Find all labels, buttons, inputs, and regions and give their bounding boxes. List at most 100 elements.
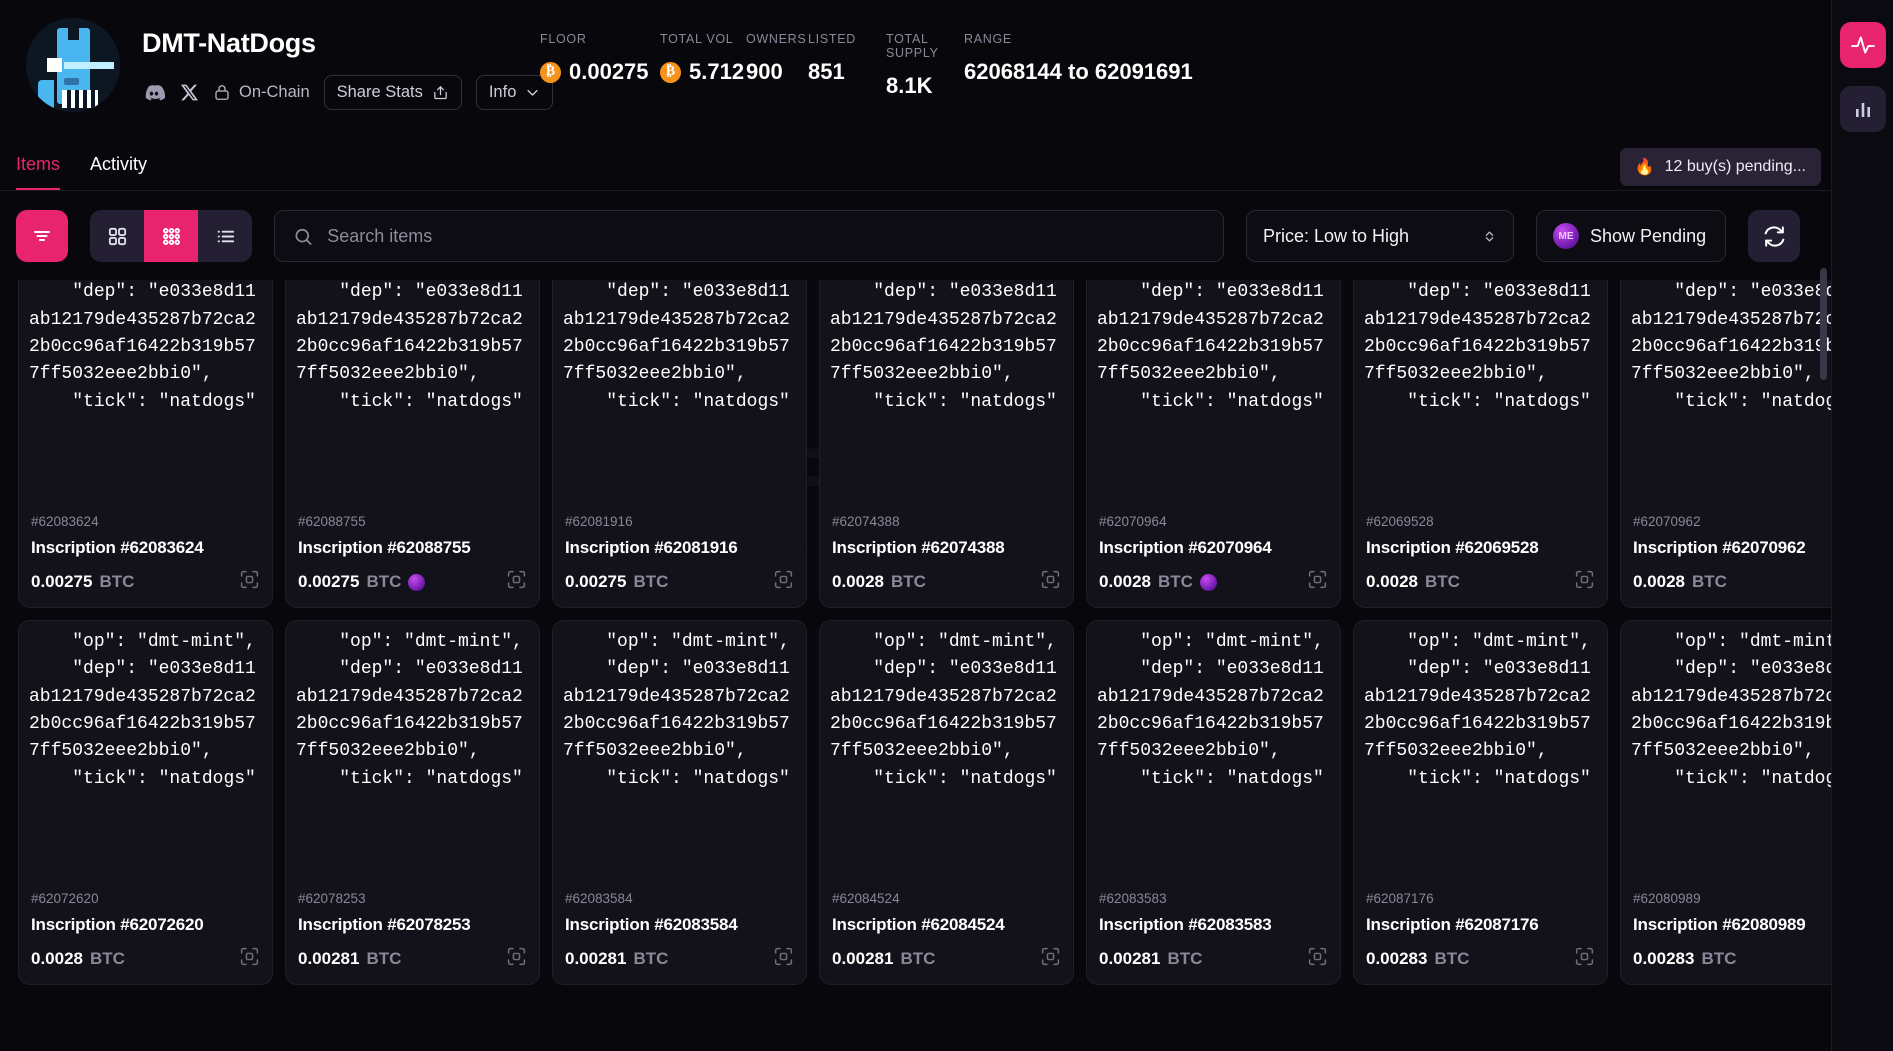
pending-toast[interactable]: 🔥 12 buy(s) pending... (1619, 148, 1821, 186)
item-title: Inscription #62083584 (565, 915, 738, 934)
item-art-preview: "op": "dmt-mint", "dep": "e033e8d11ab121… (563, 282, 790, 412)
scan-item-button[interactable] (1307, 569, 1328, 595)
item-art-preview: "op": "dmt-mint", "dep": "e033e8d11ab121… (830, 632, 1057, 789)
item-price-unit: BTC (633, 572, 669, 591)
item-title: Inscription #62084524 (832, 915, 1005, 934)
item-card[interactable]: "op": "dmt-mint", "dep": "e033e8d11ab121… (285, 280, 540, 608)
item-meta: #62083584 Inscription #62083584 0.00281 BTC (553, 887, 806, 984)
view-list-button[interactable] (198, 210, 252, 262)
item-card[interactable]: "op": "dmt-mint", "dep": "e033e8d11ab121… (552, 280, 807, 608)
stat-owners: OWNERS 900 (746, 32, 808, 85)
item-inscription-id: #62072620 (31, 891, 99, 906)
grid-scrollbar[interactable] (1820, 268, 1827, 1048)
filter-button[interactable] (16, 210, 68, 262)
discord-icon[interactable] (142, 81, 166, 105)
chevron-updown-icon (1485, 231, 1494, 241)
item-price-unit: BTC (1158, 572, 1193, 591)
item-price-unit: BTC (900, 949, 936, 968)
tab-bar: Items Activity (0, 154, 1893, 190)
stat-label: RANGE (964, 32, 1012, 46)
item-price-row: 0.00281 BTC (298, 946, 527, 972)
view-grid-2x2-button[interactable] (90, 210, 144, 262)
scan-item-button[interactable] (1307, 946, 1328, 972)
scrollbar-thumb[interactable] (1820, 268, 1827, 380)
x-icon[interactable] (180, 83, 199, 102)
magic-eden-icon (408, 573, 426, 591)
items-toolbar: Price: Low to High ME Show Pending (0, 191, 1893, 262)
sort-dropdown[interactable]: Price: Low to High (1246, 210, 1514, 262)
item-price-row: 0.00281 BTC (1099, 946, 1328, 972)
item-price-unit: BTC (1692, 572, 1727, 591)
item-price-unit: BTC (366, 949, 402, 968)
item-price: 0.00281 BTC (1099, 949, 1202, 969)
item-price-row: 0.00275 BTC (31, 569, 260, 595)
scan-item-button[interactable] (506, 946, 527, 972)
scan-item-button[interactable] (773, 946, 794, 972)
item-price: 0.00283 BTC (1633, 949, 1736, 969)
scan-item-button[interactable] (1574, 946, 1595, 972)
stat-value: ₿ 5.712 (660, 59, 746, 85)
scan-item-button[interactable] (506, 569, 527, 595)
item-inscription-id: #62083584 (565, 891, 633, 906)
stat-label: LISTED (808, 32, 856, 46)
item-title: Inscription #62087176 (1366, 915, 1539, 934)
item-card[interactable]: "op": "dmt-mint", "dep": "e033e8d11ab121… (552, 620, 807, 985)
stat-value: ₿ 0.00275 (540, 59, 660, 85)
bar-chart-button[interactable] (1839, 86, 1886, 132)
tab-items[interactable]: Items (16, 154, 61, 190)
item-title: Inscription #62072620 (31, 915, 204, 934)
view-grid-3x3-button[interactable] (144, 210, 198, 262)
item-price-value: 0.0028 (1366, 572, 1418, 591)
item-art-preview: "op": "dmt-mint", "dep": "e033e8d11ab121… (1097, 632, 1324, 789)
activity-pulse-icon (1850, 36, 1875, 54)
scan-item-button[interactable] (239, 569, 260, 595)
item-inscription-id: #62070962 (1633, 514, 1701, 529)
item-price-value: 0.00281 (565, 949, 627, 968)
tab-activity[interactable]: Activity (90, 154, 147, 190)
item-card[interactable]: "op": "dmt-mint", "dep": "e033e8d11ab121… (1086, 280, 1341, 608)
item-price-value: 0.00283 (1366, 949, 1428, 968)
chevron-down-icon (527, 89, 538, 96)
on-chain-link[interactable]: On-Chain (213, 83, 310, 102)
item-price-value: 0.0028 (31, 949, 83, 968)
item-card[interactable]: "op": "dmt-mint", "dep": "e033e8d11ab121… (819, 620, 1074, 985)
item-card[interactable]: "op": "dmt-mint", "dep": "e033e8d11ab121… (1353, 620, 1608, 985)
activity-pulse-button[interactable] (1839, 22, 1886, 68)
search-input[interactable] (327, 225, 1205, 247)
item-price-row: 0.00281 BTC (832, 946, 1061, 972)
item-inscription-id: #62070964 (1099, 514, 1167, 529)
item-card[interactable]: "op": "dmt-mint", "dep": "e033e8d11ab121… (18, 620, 273, 985)
item-price-value: 0.00275 (565, 572, 627, 591)
item-card[interactable]: "op": "dmt-mint", "dep": "e033e8d11ab121… (819, 280, 1074, 608)
item-art-preview: "op": "dmt-mint", "dep": "e033e8d11ab121… (1097, 282, 1324, 412)
show-pending-dropdown[interactable]: ME Show Pending (1536, 210, 1726, 262)
item-card[interactable]: "op": "dmt-mint", "dep": "e033e8d11ab121… (1353, 280, 1608, 608)
info-label: Info (488, 83, 517, 101)
scan-item-button[interactable] (1040, 569, 1061, 595)
item-card[interactable]: "op": "dmt-mint", "dep": "e033e8d11ab121… (1086, 620, 1341, 985)
stat-label: TOTAL VOL (660, 32, 734, 46)
item-title: Inscription #62080989 (1633, 915, 1806, 934)
share-stats-button[interactable]: Share Stats (323, 75, 462, 110)
scan-item-button[interactable] (239, 946, 260, 972)
item-inscription-id: #62083583 (1099, 891, 1167, 906)
item-art-preview: "op": "dmt-mint", "dep": "e033e8d11ab121… (563, 632, 790, 789)
item-card[interactable]: "op": "dmt-mint", "dep": "e033e8d11ab121… (18, 280, 273, 608)
item-price-row: 0.0028 BTC (1633, 569, 1862, 595)
refresh-button[interactable] (1748, 210, 1800, 262)
scan-item-button[interactable] (1574, 569, 1595, 595)
share-icon (434, 86, 447, 100)
item-price-row: 0.00283 BTC (1366, 946, 1595, 972)
item-inscription-id: #62080989 (1633, 891, 1701, 906)
item-card[interactable]: "op": "dmt-mint", "dep": "e033e8d11ab121… (285, 620, 540, 985)
item-price-row: 0.00275 BTC (298, 569, 527, 595)
item-inscription-id: #62081916 (565, 514, 633, 529)
scan-item-button[interactable] (773, 569, 794, 595)
scan-item-button[interactable] (1040, 946, 1061, 972)
item-price: 0.00283 BTC (1366, 949, 1469, 969)
grid-3x3-icon (162, 227, 180, 245)
item-price-unit: BTC (633, 949, 669, 968)
search-bar[interactable] (274, 210, 1224, 262)
item-price: 0.00281 BTC (565, 949, 668, 969)
stat-number: 5.712 (689, 59, 745, 84)
